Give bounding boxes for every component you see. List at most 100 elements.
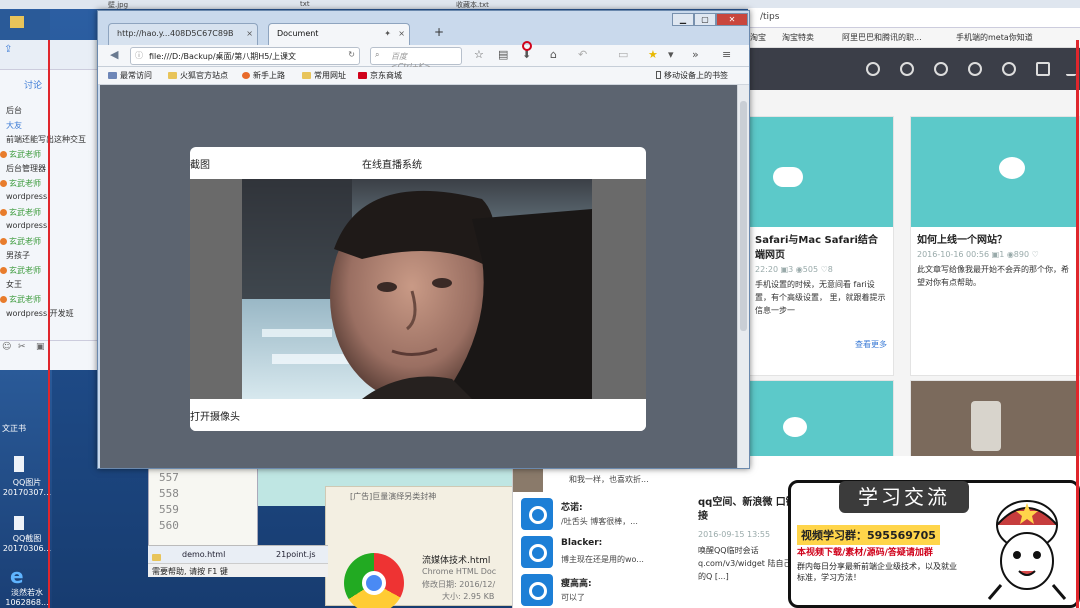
promo-heading: 学习交流 (839, 481, 969, 513)
promo-group-number: 视频学习群：595569705 (797, 525, 940, 545)
phone-photo (971, 401, 1001, 451)
vertical-scrollbar[interactable] (737, 85, 749, 468)
file-date: 修改日期: 2016/12/ (422, 580, 496, 589)
comment-text: 可以了 (561, 593, 585, 602)
article-card-lower[interactable] (748, 380, 894, 460)
folder-icon (10, 16, 24, 28)
qq-icon[interactable] (934, 62, 948, 76)
article-card[interactable]: Safari与Mac Safari结合 端网页 22:20 ▣3 ◉505 ♡8… (748, 116, 894, 376)
page-title: 在线直播系统 (362, 160, 422, 171)
comment-item[interactable]: Blacker: 博主现在还是用的wo... (521, 536, 691, 572)
desktop-icon-label[interactable]: 淡然若水1062868... (2, 588, 52, 608)
close-icon[interactable]: × (398, 29, 405, 38)
share-icon[interactable]: ⇪ (4, 44, 12, 55)
cursor-marker-icon (522, 41, 532, 51)
chat-line: wordpress (6, 192, 48, 201)
chat-line: 前端还能写出这种交互 (6, 135, 86, 144)
background-address-bar[interactable]: /tips (748, 8, 1080, 28)
status-bar: 需要帮助, 请按 F1 键 (148, 563, 328, 577)
library-icon[interactable]: ▤ (498, 49, 508, 61)
menu-icon[interactable]: ≡ (722, 49, 731, 61)
bookmark-jd[interactable]: 京东商城 (358, 70, 402, 81)
avatar-icon (521, 536, 553, 568)
maximize-button[interactable]: ▢ (694, 13, 716, 26)
bg-bookmark[interactable]: 阿里巴巴和腾讯的职... (842, 32, 922, 43)
chat-line: 后台 (6, 106, 22, 115)
url-text: file:///D:/Backup/桌面/第八期H5/上课文 (149, 52, 297, 61)
comment-item[interactable]: 瘦高高: 可以了 (521, 574, 691, 608)
bg-bookmark[interactable]: 手机端的meta你知道 (956, 32, 1033, 43)
chat-line: wordpress (6, 221, 48, 230)
back-icon[interactable]: ◀ (110, 49, 118, 61)
url-bar[interactable]: ⓘ file:///D:/Backup/桌面/第八期H5/上课文 ↻ (130, 47, 360, 65)
card-title[interactable]: Safari与Mac Safari结合 端网页 (749, 227, 893, 265)
tab-label: Document (277, 29, 319, 38)
card-title[interactable]: qq空间、新浪微 口链接 (698, 496, 798, 524)
info-icon[interactable]: ⓘ (135, 50, 143, 61)
image-icon[interactable]: ▣ (36, 342, 45, 352)
article-card-lower[interactable] (910, 380, 1080, 460)
background-bookmarks: 淘宝 淘宝特卖 阿里巴巴和腾讯的职... 手机端的meta你知道 (748, 28, 1080, 48)
bookmark-firefox-official[interactable]: 火狐官方站点 (168, 70, 228, 81)
comment-text: /吐舌头 博客很棒，... (561, 517, 638, 526)
wechat-icon[interactable] (968, 62, 982, 76)
editor-tab[interactable]: demo.html (182, 550, 225, 559)
red-guide-line (48, 40, 50, 608)
home-icon[interactable]: ⌂ (550, 49, 557, 61)
bookmark-common-sites[interactable]: 常用网址 (302, 70, 346, 81)
open-camera-button[interactable]: 打开摄像头 (190, 408, 240, 423)
bg-bookmark[interactable]: 淘宝特卖 (782, 32, 814, 43)
card-desc: 唤醒QQ临时会话 q.com/v3/widget 陆自己的Q [...] (698, 546, 792, 581)
undo-icon[interactable]: ↶ (578, 49, 587, 61)
bookmark-getting-started[interactable]: 新手上路 (242, 70, 285, 81)
bookmark-mobile[interactable]: 移动设备上的书签 (656, 70, 728, 81)
comment-item[interactable]: 芯诺: /吐舌头 博客很棒，... (521, 498, 691, 534)
chat-tab-discuss[interactable]: 讨论 (24, 78, 42, 91)
chevron-down-icon[interactable]: ▾ (668, 49, 674, 61)
search-box[interactable]: ⌕ 百度 <Ctrl+K> (370, 47, 462, 71)
pin-icon[interactable]: ✦ (384, 29, 391, 38)
ie-icon[interactable]: e (10, 566, 32, 586)
close-button[interactable]: ✕ (716, 13, 748, 26)
desktop-icon-label[interactable]: QQ截图20170306... (2, 534, 52, 554)
desktop-file-label: txt (300, 0, 310, 8)
mail-icon[interactable] (1036, 62, 1050, 76)
scrollbar-thumb[interactable] (740, 101, 747, 331)
editor-tab-strip: demo.html 21point.js (148, 545, 328, 563)
reload-icon[interactable]: ↻ (348, 50, 355, 59)
line-number: 560 (159, 519, 179, 532)
weibo-icon[interactable] (1002, 62, 1016, 76)
editor-tab[interactable]: 21point.js (276, 550, 316, 559)
tab-hao[interactable]: http://hao.y...408D5C67C89B × (108, 23, 258, 45)
bookmark-most-visited[interactable]: 最常访问 (108, 70, 152, 81)
capture-link[interactable]: 截图 (190, 156, 210, 171)
search-icon[interactable] (866, 62, 880, 76)
file-size: 大小: 2.95 KB (442, 592, 495, 601)
avatar (0, 296, 7, 303)
bg-bookmark[interactable]: 淘宝 (750, 32, 766, 43)
bookmark-star-icon[interactable]: ☆ (474, 49, 484, 61)
article-card[interactable]: 如何上线一个网站？ 2016-10-16 00:56 ▣1 ◉890 ♡ 此文章… (910, 116, 1080, 376)
tab-document[interactable]: Document ✦ × (268, 23, 410, 45)
file-name[interactable]: 流媒体技术.html (422, 553, 490, 566)
new-tab-button[interactable]: + (434, 25, 444, 39)
chat-header-strip (0, 10, 50, 40)
extension-icon[interactable]: ★ (648, 49, 658, 61)
scissors-icon[interactable]: ✂ (18, 342, 26, 352)
screenshot-icon[interactable]: ▭ (618, 49, 628, 61)
emoji-icon[interactable]: ☺ (2, 342, 11, 352)
qq-screenshot-icon[interactable] (14, 516, 24, 530)
card-title[interactable]: 如何上线一个网站？ (911, 227, 1079, 250)
ad-text[interactable]: [广告]巨量演绎另类封神 (350, 491, 436, 502)
minimize-button[interactable]: ▁ (672, 13, 694, 26)
menu-icon[interactable] (1066, 62, 1076, 76)
read-more-link[interactable]: 查看更多 (855, 339, 887, 350)
github-icon[interactable] (900, 62, 914, 76)
card-desc: 手机设置的时候，无意间看 fari设置，有个高级设置， 里，就跟着提示信息一步一 (755, 280, 886, 315)
chat-line[interactable]: 大友 (6, 120, 22, 131)
chat-line: 女王 (6, 280, 22, 289)
overflow-icon[interactable]: » (692, 49, 699, 61)
desktop-icon-label[interactable]: QQ图片20170307... (2, 478, 52, 498)
close-icon[interactable]: × (246, 29, 253, 38)
qq-image-icon[interactable] (14, 456, 24, 472)
